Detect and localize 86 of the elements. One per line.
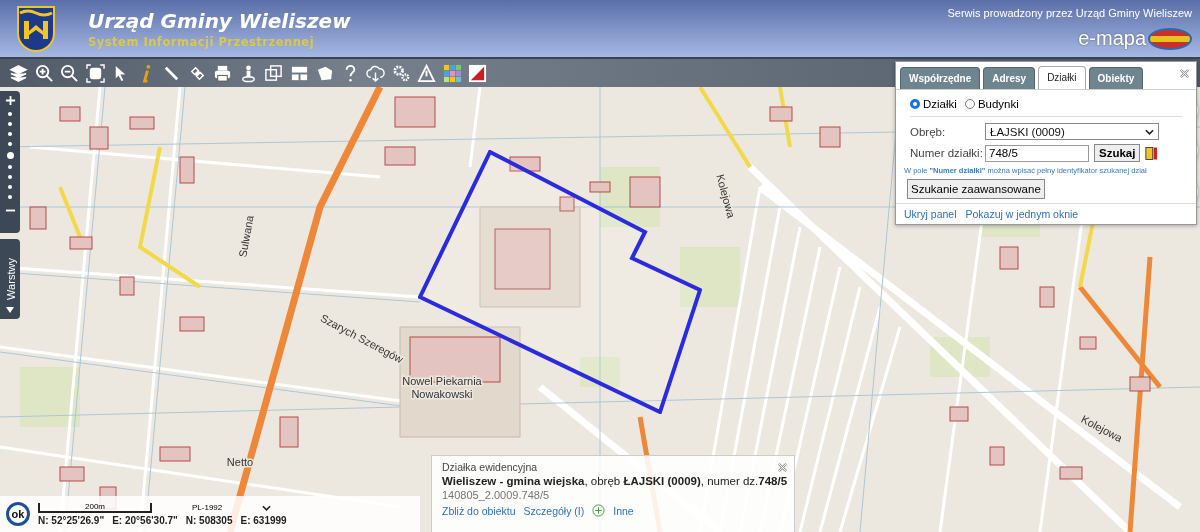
- panel-link[interactable]: Pokazuj w jednym oknie: [965, 208, 1079, 220]
- search-button[interactable]: Szukaj: [1094, 144, 1141, 162]
- site-title: Urząd Gminy Wieliszew: [88, 8, 351, 33]
- building: [394, 96, 436, 128]
- projection-select[interactable]: PL-1992: [192, 503, 272, 512]
- building: [119, 276, 135, 296]
- map-label: Nowakowski: [411, 388, 473, 400]
- coordinate-readout: N: 52°25'26.9": [38, 514, 105, 526]
- warning-icon[interactable]: [417, 63, 436, 83]
- popup-link[interactable]: Szczegóły (I): [523, 504, 585, 517]
- building: [494, 228, 551, 290]
- building: [59, 466, 85, 482]
- popup-link[interactable]: Inne: [613, 504, 634, 517]
- coordinate-readout: E: 631999: [240, 514, 287, 526]
- layers-icon[interactable]: [9, 63, 28, 83]
- scale-bar: 200m: [38, 502, 152, 513]
- panel-tab[interactable]: Działki: [1038, 66, 1086, 89]
- coordinate-readout: E: 20°56'30.7": [112, 514, 178, 526]
- parcel-identifier: 140805_2.0009.748/5: [442, 489, 551, 501]
- overlap-squares-icon[interactable]: [264, 63, 283, 83]
- building: [769, 106, 793, 122]
- color-grid-icon[interactable]: [442, 63, 462, 83]
- radio-label: Działki: [923, 98, 957, 110]
- building: [279, 416, 299, 448]
- popup-title: Działka ewidencyjna: [442, 461, 539, 473]
- print-icon[interactable]: [213, 63, 232, 83]
- zoom-out-icon[interactable]: [60, 63, 79, 83]
- panel-tab[interactable]: Współrzędne: [900, 67, 981, 89]
- building: [1059, 466, 1083, 480]
- map-label: Sulwana: [236, 214, 256, 259]
- chevron-down-icon: [262, 504, 272, 511]
- building: [999, 246, 1019, 270]
- district-select[interactable]: ŁAJSKI (0009): [985, 123, 1159, 140]
- building: [384, 146, 416, 166]
- advanced-search-button[interactable]: Szukanie zaawansowane: [907, 179, 1045, 199]
- map-label: Nowel Piekarnia: [402, 375, 482, 387]
- parcel-number-field[interactable]: 748/5: [985, 144, 1089, 162]
- zoom-thumb[interactable]: [6, 152, 14, 159]
- building: [179, 316, 205, 332]
- building: [559, 196, 575, 212]
- radio-button[interactable]: [964, 99, 975, 109]
- coat-of-arms-icon: [16, 4, 56, 53]
- zoom-in-icon[interactable]: [34, 63, 54, 83]
- chevron-down-icon: [1145, 128, 1154, 135]
- service-note: Serwis prowadzony przez Urząd Gminy Wieliszew: [947, 7, 1192, 19]
- zoom-track[interactable]: [6, 112, 14, 199]
- radio-label: Budynki: [977, 98, 1019, 110]
- building: [989, 446, 1005, 466]
- ok-badge: ok: [6, 502, 30, 526]
- building: [509, 156, 541, 172]
- color-swatch-icon[interactable]: [1145, 145, 1158, 161]
- layers-tab[interactable]: Warstwy: [0, 239, 20, 319]
- building: [89, 126, 109, 150]
- panel-tab[interactable]: Obiekty: [1088, 67, 1144, 89]
- globe-logo-icon: [1148, 27, 1192, 50]
- field-label: Numer działki:: [910, 147, 984, 159]
- building: [589, 181, 611, 193]
- cloud-download-icon[interactable]: [366, 63, 385, 83]
- field-label: Obręb:: [910, 125, 947, 138]
- brand-logo-text: e-mapa: [1078, 27, 1146, 50]
- radio-button[interactable]: [910, 99, 920, 109]
- popup-link[interactable]: Zbliż do obiektu: [442, 504, 516, 517]
- building: [1039, 286, 1055, 308]
- map-compare-icon[interactable]: [468, 63, 487, 83]
- building: [819, 126, 841, 148]
- full-extent-icon[interactable]: [85, 63, 105, 83]
- building: [69, 236, 93, 250]
- zoom-in-button[interactable]: [4, 95, 16, 106]
- close-icon[interactable]: [1179, 68, 1190, 79]
- building: [1079, 336, 1097, 350]
- building: [59, 106, 81, 122]
- building: [629, 176, 661, 208]
- plus-circle-icon[interactable]: [592, 504, 606, 517]
- site-subtitle: System Informacji Przestrzennej: [88, 34, 316, 49]
- building: [949, 406, 969, 422]
- settings-icon[interactable]: [391, 63, 411, 83]
- close-icon[interactable]: [777, 462, 788, 473]
- panel-link[interactable]: Ukryj panel: [904, 208, 957, 220]
- building: [1129, 376, 1151, 392]
- building: [179, 156, 195, 184]
- coordinate-readout: N: 508305: [185, 514, 233, 526]
- panel-tab[interactable]: Adresy: [983, 67, 1036, 89]
- building: [159, 446, 191, 462]
- building: [29, 206, 47, 230]
- building: [129, 116, 155, 130]
- map-label: Kolejowa: [714, 172, 738, 220]
